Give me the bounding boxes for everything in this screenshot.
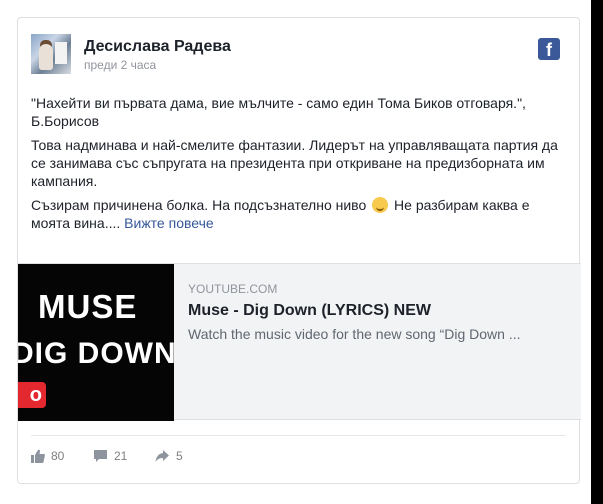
thumbnail-badge: o <box>18 382 46 408</box>
attachment-description: Watch the music video for the new song “… <box>188 326 521 342</box>
like-icon <box>31 449 45 463</box>
see-more-link[interactable]: Вижте повече <box>124 215 214 231</box>
video-thumbnail[interactable]: MUSE DIG DOWN o <box>18 264 174 421</box>
stats-divider <box>31 435 566 436</box>
comments-value: 21 <box>114 449 128 463</box>
post-card: Десислава Радева преди 2 часа f "Нахейти… <box>17 17 581 484</box>
likes-count[interactable]: 80 <box>31 449 64 463</box>
post-header: Десислава Радева преди 2 часа f <box>31 34 566 78</box>
share-icon <box>155 450 169 462</box>
thumbnail-text: DIG DOWN <box>18 337 174 370</box>
avatar[interactable] <box>31 34 71 74</box>
post-text: Съзирам причинена болка. На подсъзнателн… <box>31 197 371 213</box>
link-attachment[interactable]: MUSE DIG DOWN o YOUTUBE.COM Muse - Dig D… <box>18 263 581 421</box>
shares-count[interactable]: 5 <box>155 449 183 463</box>
likes-value: 80 <box>51 449 65 463</box>
post-paragraph: Това надминава и най-смелите фантазии. Л… <box>31 137 558 189</box>
post-paragraph: Съзирам причинена болка. На подсъзнателн… <box>31 196 571 232</box>
facebook-icon[interactable]: f <box>538 38 560 60</box>
post-timestamp[interactable]: преди 2 часа <box>84 58 156 72</box>
smile-emoji-icon <box>372 197 389 213</box>
post-paragraph: "Нахейти ви първата дама, вие мълчите - … <box>31 95 526 129</box>
thumbnail-text: MUSE <box>38 288 138 325</box>
right-edge-strip <box>591 0 603 504</box>
post-body: "Нахейти ви първата дама, вие мълчите - … <box>31 94 571 238</box>
author-name[interactable]: Десислава Радева <box>84 38 231 56</box>
attachment-title[interactable]: Muse - Dig Down (LYRICS) NEW <box>188 302 573 320</box>
attachment-domain: YOUTUBE.COM <box>188 282 278 296</box>
attachment-meta: YOUTUBE.COM Muse - Dig Down (LYRICS) NEW… <box>188 282 573 342</box>
comments-count[interactable]: 21 <box>93 449 127 463</box>
shares-value: 5 <box>176 449 183 463</box>
comment-icon <box>94 450 107 462</box>
